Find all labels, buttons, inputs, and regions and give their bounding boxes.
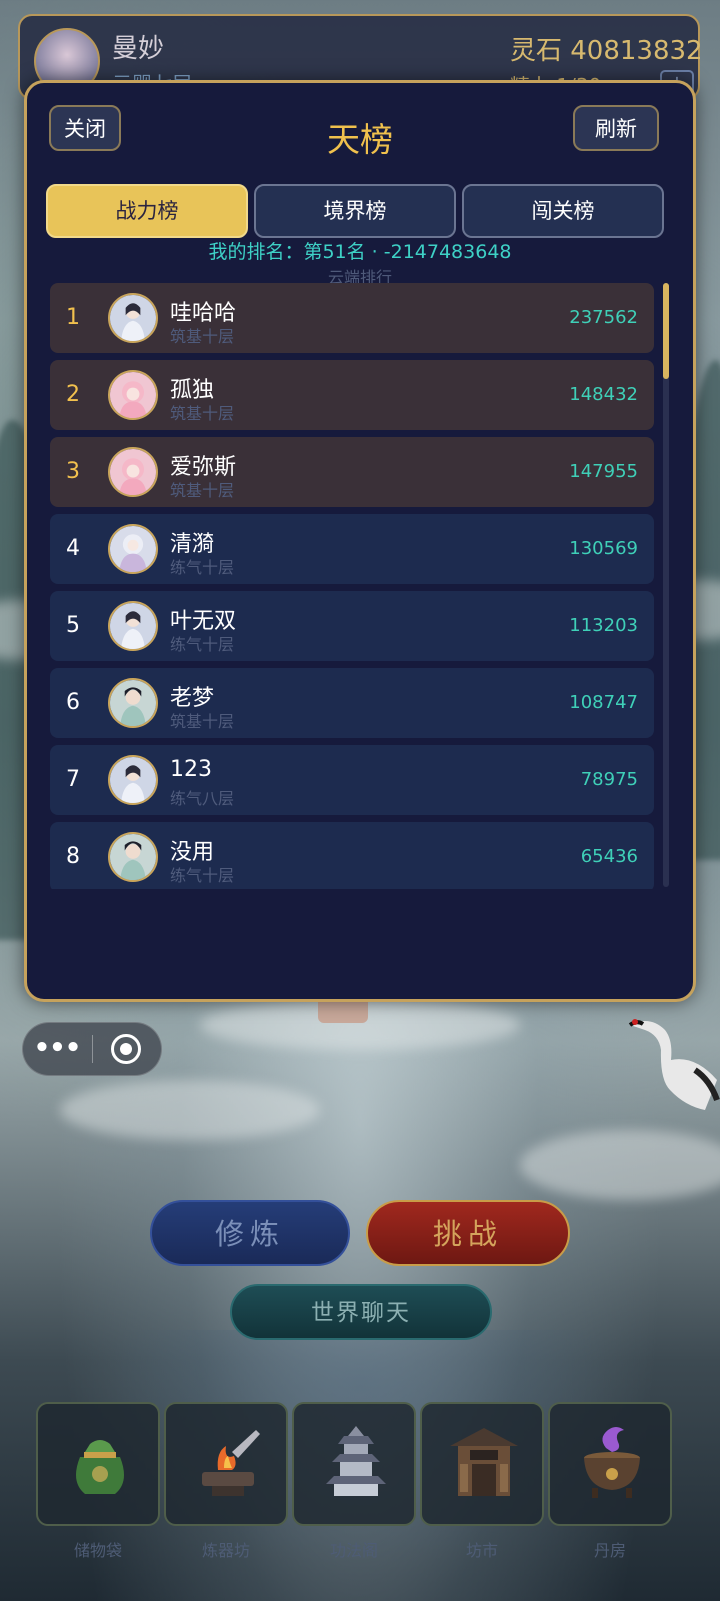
male-swordsman-avatar-icon[interactable] (108, 678, 158, 728)
female-white-robe-avatar-icon[interactable] (108, 755, 158, 805)
market-icon (450, 1428, 518, 1496)
ranking-row[interactable]: 8 没用 练气十层 65436 (50, 822, 654, 889)
rank-number: 7 (66, 767, 80, 792)
nav-label-forge: 炼器坊 (201, 1541, 250, 1560)
rank-number: 5 (66, 613, 80, 638)
player-realm: 练气十层 (170, 866, 235, 885)
power-value: 148432 (569, 384, 638, 405)
player-realm: 筑基十层 (170, 481, 235, 500)
leaderboard-modal: 关闭 天榜 刷新 战力榜 境界榜 闯关榜 我的排名：第51名 · -214748… (24, 80, 696, 1002)
rank-number: 6 (66, 690, 80, 715)
player-realm: 筑基十层 (170, 404, 235, 423)
nav-alchemy-room[interactable] (548, 1402, 672, 1526)
nav-label-storage-bag: 储物袋 (73, 1541, 122, 1560)
forge-icon (202, 1430, 260, 1496)
power-value: 78975 (580, 769, 638, 790)
scroll-thumb[interactable] (663, 283, 669, 379)
power-value: 237562 (569, 307, 638, 328)
player-realm: 筑基十层 (170, 712, 235, 731)
exit-miniprogram-icon[interactable] (111, 1034, 141, 1064)
pink-hair-avatar-icon[interactable] (108, 447, 158, 497)
nav-storage-bag[interactable] (36, 1402, 160, 1526)
power-value: 108747 (569, 692, 638, 713)
train-button[interactable]: 修炼 (150, 1200, 350, 1266)
ranking-row[interactable]: 7 123 练气八层 78975 (50, 745, 654, 815)
player-realm: 练气十层 (170, 635, 235, 654)
rank-number: 2 (66, 382, 80, 407)
power-value: 130569 (569, 538, 638, 559)
leaderboard-tabs: 战力榜 境界榜 闯关榜 (46, 184, 664, 238)
rank-number: 3 (66, 459, 80, 484)
male-swordsman-avatar-icon[interactable] (108, 832, 158, 882)
player-realm: 筑基十层 (170, 327, 235, 346)
power-value: 65436 (580, 846, 638, 867)
player-realm: 练气八层 (170, 789, 235, 808)
female-white-robe-avatar-icon[interactable] (108, 293, 158, 343)
capsule-divider (92, 1035, 93, 1063)
ranking-row[interactable]: 1 哇哈哈 筑基十层 237562 (50, 283, 654, 353)
player-name: 曼妙 (112, 34, 165, 64)
storage-bag-icon (76, 1440, 124, 1494)
silver-hair-avatar-icon[interactable] (108, 524, 158, 574)
rank-number: 8 (66, 844, 80, 869)
miniprogram-capsule: ••• (22, 1022, 162, 1076)
ranking-list[interactable]: 1 哇哈哈 筑基十层 237562 2 孤独 筑基十层 148432 3 爱弥斯 (50, 283, 662, 889)
power-value: 113203 (569, 615, 638, 636)
nav-label-technique-pavilion: 功法阁 (329, 1541, 378, 1560)
player-name: 123 (170, 757, 212, 782)
pavilion-icon (326, 1426, 386, 1496)
ranking-row[interactable]: 4 清漪 练气十层 130569 (50, 514, 654, 584)
ranking-row[interactable]: 6 老梦 筑基十层 108747 (50, 668, 654, 738)
nav-label-market: 坊市 (465, 1541, 498, 1560)
my-rank-text: 我的排名：第51名 · -2147483648 (208, 241, 512, 263)
nav-technique-pavilion[interactable] (292, 1402, 416, 1526)
crane-icon (628, 1019, 720, 1110)
tab-realm-ranking[interactable]: 境界榜 (254, 184, 456, 238)
pink-hair-avatar-icon[interactable] (108, 370, 158, 420)
challenge-button[interactable]: 挑战 (366, 1200, 570, 1266)
rank-number: 1 (66, 305, 80, 330)
female-white-robe-avatar-icon[interactable] (108, 601, 158, 651)
refresh-button[interactable]: 刷新 (573, 105, 659, 151)
nav-market[interactable] (420, 1402, 544, 1526)
rank-number: 4 (66, 536, 80, 561)
player-realm: 练气十层 (170, 558, 235, 577)
tab-stage-ranking[interactable]: 闯关榜 (462, 184, 664, 238)
nav-forge[interactable] (164, 1402, 288, 1526)
ranking-scrollbar[interactable] (663, 283, 669, 887)
nav-label-alchemy-room: 丹房 (593, 1541, 626, 1560)
ranking-row[interactable]: 5 叶无双 练气十层 113203 (50, 591, 654, 661)
alchemy-cauldron-icon (584, 1427, 640, 1498)
power-value: 147955 (569, 461, 638, 482)
world-chat-button[interactable]: 世界聊天 (230, 1284, 492, 1340)
spirit-stones-count: 灵石 4081383224 (510, 36, 700, 66)
tab-power-ranking[interactable]: 战力榜 (46, 184, 248, 238)
more-options-icon[interactable]: ••• (23, 1023, 91, 1075)
ranking-row[interactable]: 2 孤独 筑基十层 148432 (50, 360, 654, 430)
ranking-row[interactable]: 3 爱弥斯 筑基十层 147955 (50, 437, 654, 507)
